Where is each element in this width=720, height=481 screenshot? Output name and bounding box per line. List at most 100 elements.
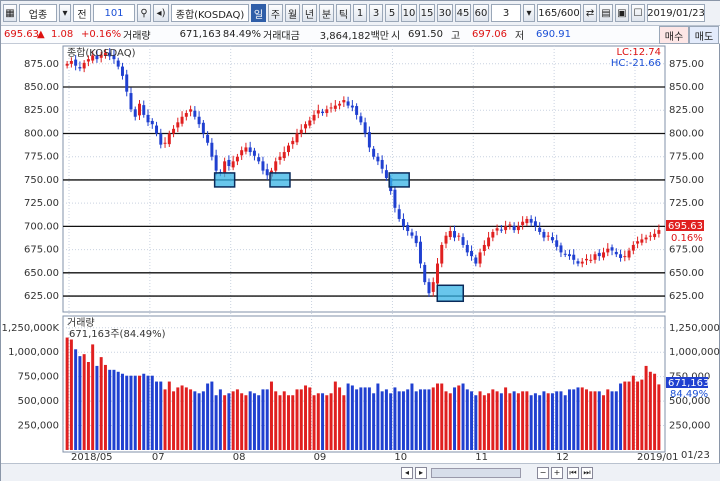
volume-bar bbox=[491, 389, 495, 450]
speaker-icon[interactable]: ◂) bbox=[153, 4, 169, 22]
search-icon[interactable]: ⚲ bbox=[137, 4, 151, 22]
interval-select[interactable]: 3 bbox=[491, 4, 521, 22]
volume-bar bbox=[465, 389, 469, 450]
code-input[interactable]: 101 bbox=[93, 4, 135, 22]
volume-bar bbox=[380, 391, 384, 450]
market-select[interactable]: 업종 bbox=[19, 4, 57, 22]
zoom-in-icon[interactable]: + bbox=[551, 467, 563, 479]
candle-body bbox=[487, 237, 491, 247]
scroll-bar[interactable]: ◂ ▸ − + ⏮ ⏭ bbox=[1, 463, 720, 481]
minute-3-button[interactable]: 3 bbox=[369, 4, 383, 22]
candle-body bbox=[491, 231, 495, 238]
scroll-thumb[interactable] bbox=[431, 468, 521, 478]
buy-button[interactable]: 매수 bbox=[659, 26, 689, 44]
price-volume-chart[interactable]: 625.00 625.00 650.00 650.00 675.00 675.00 700.… bbox=[1, 44, 720, 463]
price-tick-label: 750.00 bbox=[669, 175, 704, 186]
period-tick-tab[interactable]: 틱 bbox=[336, 4, 351, 22]
volume-bar bbox=[516, 393, 520, 450]
candle-body bbox=[640, 239, 644, 243]
volume-bar bbox=[78, 356, 82, 450]
period-week-tab[interactable]: 주 bbox=[268, 4, 283, 22]
toolbar: ▦ 업종 ▾ 전 101 ⚲ ◂) 종합(KOSDAQ) 일 주 월 년 분 틱… bbox=[1, 1, 720, 26]
volume-bar bbox=[287, 395, 290, 450]
volume-bar bbox=[65, 337, 69, 450]
scroll-left-icon[interactable]: ◂ bbox=[401, 467, 413, 479]
candle-body bbox=[495, 228, 499, 231]
candle-body bbox=[235, 156, 239, 162]
candle-body bbox=[304, 124, 308, 129]
candle-body bbox=[589, 259, 593, 261]
settings-icon[interactable]: ⇄ bbox=[583, 4, 597, 22]
candle-body bbox=[184, 113, 188, 117]
date-field[interactable]: 2019/01/23 bbox=[647, 4, 705, 22]
volume-bar bbox=[367, 387, 371, 450]
date-axis-labels: 2018/05 07 08 09 10 11 12 2019/01 bbox=[71, 452, 679, 463]
minute-1-button[interactable]: 1 bbox=[353, 4, 367, 22]
volume-bar bbox=[163, 389, 167, 450]
checkbox-icon[interactable]: ☐ bbox=[631, 4, 645, 22]
period-day-tab[interactable]: 일 bbox=[251, 4, 266, 22]
grid-icon[interactable]: ▤ bbox=[599, 4, 613, 22]
volume-tick-label: 1,000,000 bbox=[8, 347, 59, 358]
code-field-label: 전 bbox=[73, 4, 91, 22]
volume-bar bbox=[606, 389, 610, 450]
highlight-box bbox=[269, 172, 291, 188]
candle-body bbox=[155, 125, 159, 134]
candle-body bbox=[516, 226, 520, 231]
low-label: 저 bbox=[515, 31, 525, 42]
candle-body bbox=[512, 225, 516, 231]
minute-45-button[interactable]: 45 bbox=[455, 4, 471, 22]
candle-body bbox=[410, 232, 414, 236]
period-month-tab[interactable]: 월 bbox=[285, 4, 300, 22]
volume-bar bbox=[210, 381, 214, 450]
volume-bar bbox=[91, 344, 95, 450]
minute-30-button[interactable]: 30 bbox=[437, 4, 453, 22]
minute-60-button[interactable]: 60 bbox=[473, 4, 489, 22]
volume-bar bbox=[321, 393, 325, 450]
volume-bar bbox=[410, 383, 414, 450]
menu-icon[interactable]: ▦ bbox=[3, 4, 17, 22]
save-icon[interactable]: ▣ bbox=[615, 4, 629, 22]
price-panel bbox=[62, 45, 666, 313]
volume-bar bbox=[299, 389, 303, 450]
candle-body bbox=[201, 122, 205, 134]
volume-value: 671,163 bbox=[179, 29, 221, 40]
candle-body bbox=[427, 282, 431, 294]
minute-5-button[interactable]: 5 bbox=[385, 4, 399, 22]
volume-bar bbox=[316, 393, 320, 450]
data-count-field[interactable]: 165/600 bbox=[537, 4, 581, 22]
price-tick-label: 825.00 bbox=[669, 105, 704, 116]
current-price: 695.63 bbox=[4, 29, 39, 40]
volume-bar bbox=[325, 395, 329, 450]
candle-body bbox=[265, 169, 269, 176]
candle-body bbox=[546, 235, 550, 237]
period-minute-tab[interactable]: 분 bbox=[319, 4, 334, 22]
chevron-down-icon[interactable]: ▾ bbox=[523, 4, 535, 22]
volume-bar bbox=[423, 389, 427, 450]
candle-body bbox=[142, 105, 146, 115]
minute-10-button[interactable]: 10 bbox=[401, 4, 417, 22]
volume-bar bbox=[619, 383, 623, 450]
last-icon[interactable]: ⏭ bbox=[581, 467, 593, 479]
volume-bar bbox=[470, 391, 474, 450]
period-year-tab[interactable]: 년 bbox=[302, 4, 317, 22]
scroll-right-icon[interactable]: ▸ bbox=[415, 467, 427, 479]
volume-bar bbox=[125, 375, 129, 450]
volume-bar bbox=[159, 381, 163, 450]
chevron-down-icon[interactable]: ▾ bbox=[59, 4, 71, 22]
candle-body bbox=[653, 233, 657, 238]
volume-bar bbox=[180, 385, 184, 450]
price-tick-label: 725.00 bbox=[669, 198, 704, 209]
zoom-out-icon[interactable]: − bbox=[537, 467, 549, 479]
candle-body bbox=[648, 235, 652, 237]
volume-bar bbox=[304, 385, 308, 450]
volume-bar bbox=[546, 393, 550, 450]
price-tick-label: 775.00 bbox=[24, 152, 59, 163]
minute-15-button[interactable]: 15 bbox=[419, 4, 435, 22]
open-value: 691.50 bbox=[408, 29, 443, 40]
price-tag: 695.63 bbox=[668, 221, 703, 232]
volume-bar bbox=[559, 391, 563, 450]
candle-body bbox=[69, 61, 73, 64]
sell-button[interactable]: 매도 bbox=[689, 26, 719, 44]
first-icon[interactable]: ⏮ bbox=[567, 467, 579, 479]
